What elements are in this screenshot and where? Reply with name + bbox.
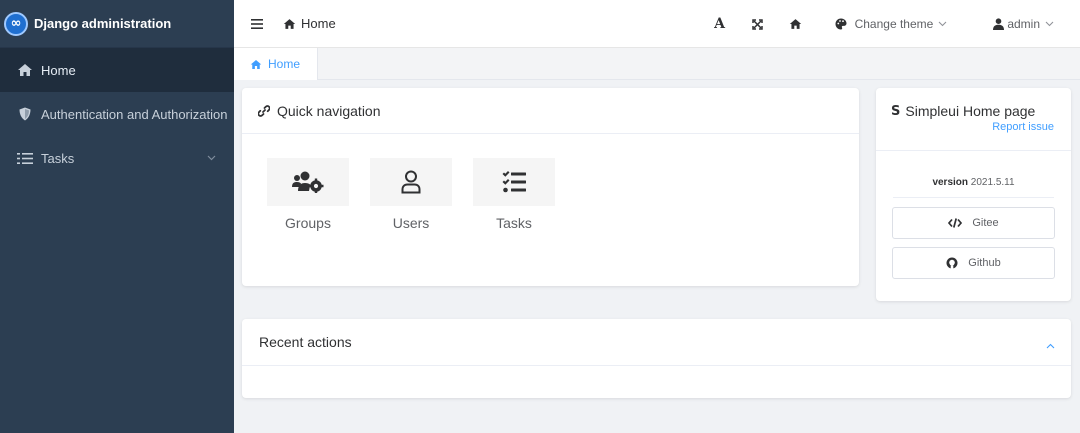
card-title: Recent actions	[259, 334, 352, 350]
quick-nav-grid: Groups Users Tasks	[267, 158, 576, 231]
breadcrumb[interactable]: Home	[283, 16, 336, 31]
tab-bar: Home	[234, 48, 1080, 80]
top-bar: Home A Change theme admin	[234, 0, 1080, 48]
user-icon	[993, 18, 1005, 30]
card-header: S Simpleui Home page Report issue	[876, 88, 1071, 151]
users-cog-icon	[292, 171, 324, 193]
font-size-icon[interactable]: A	[705, 16, 735, 32]
sidebar-item-authentication[interactable]: Authentication and Authorization	[0, 92, 234, 136]
chevron-down-icon	[938, 21, 947, 27]
topbar-actions: A Change theme admin	[705, 0, 1080, 48]
home-icon	[250, 59, 262, 69]
recent-actions-card: Recent actions	[242, 319, 1071, 398]
list-icon	[16, 152, 34, 165]
breadcrumb-label: Home	[301, 16, 336, 31]
card-title: Quick navigation	[277, 102, 381, 119]
gitee-button[interactable]: Gitee	[892, 207, 1055, 239]
home-icon[interactable]	[781, 18, 811, 30]
simpleui-logo-icon: S	[891, 103, 901, 119]
quick-nav-tasks[interactable]: Tasks	[473, 158, 555, 231]
report-issue-link[interactable]: Report issue	[992, 121, 1054, 133]
sidebar-item-label: Home	[41, 62, 76, 78]
simpleui-card: S Simpleui Home page Report issue versio…	[876, 88, 1071, 301]
version-label: version	[932, 177, 969, 188]
button-label: Gitee	[972, 217, 999, 229]
nav-label: Tasks	[496, 215, 532, 231]
github-button[interactable]: Github	[892, 247, 1055, 279]
code-icon	[948, 218, 963, 228]
theme-label: Change theme	[854, 17, 934, 31]
shield-icon	[16, 107, 34, 121]
brand-title: Django administration	[34, 16, 172, 31]
tab-label: Home	[268, 57, 301, 71]
quick-nav-groups[interactable]: Groups	[267, 158, 349, 231]
button-label: Github	[968, 257, 1001, 269]
card-header: Recent actions	[242, 319, 1071, 366]
quick-navigation-card: Quick navigation Groups Users Tasks	[242, 88, 859, 286]
user-dropdown[interactable]: admin	[993, 17, 1057, 31]
home-icon	[16, 63, 34, 77]
user-icon	[401, 170, 421, 194]
nav-icon-box	[267, 158, 349, 206]
sidebar-item-label: Authentication and Authorization	[41, 106, 228, 122]
nav-label: Groups	[285, 215, 331, 231]
chevron-down-icon	[1045, 21, 1054, 27]
chevron-up-icon[interactable]	[1046, 336, 1055, 352]
change-theme-dropdown[interactable]: Change theme	[835, 17, 956, 31]
version-value: 2021.5.11	[970, 177, 1015, 188]
fullscreen-icon[interactable]	[743, 18, 773, 30]
sidebar: ∞ Django administration Home Authenticat…	[0, 0, 234, 433]
home-icon	[283, 18, 296, 29]
user-name: admin	[1007, 17, 1040, 31]
palette-icon	[835, 18, 847, 30]
hamburger-menu-icon[interactable]	[251, 18, 265, 29]
nav-label: Users	[392, 215, 430, 231]
card-title: Simpleui Home page	[905, 103, 1036, 119]
version-text: version 2021.5.11	[893, 177, 1054, 198]
github-icon	[946, 257, 958, 269]
quick-nav-users[interactable]: Users	[370, 158, 452, 231]
link-icon	[258, 104, 270, 117]
chevron-down-icon	[207, 149, 216, 164]
nav-icon-box	[473, 158, 555, 206]
card-header: Quick navigation	[242, 88, 859, 134]
infinity-logo-icon: ∞	[4, 11, 28, 36]
tasks-icon	[502, 171, 526, 193]
brand[interactable]: ∞ Django administration	[0, 0, 234, 48]
nav-icon-box	[370, 158, 452, 206]
tab-home[interactable]: Home	[234, 48, 318, 80]
sidebar-item-home[interactable]: Home	[0, 48, 234, 92]
sidebar-item-label: Tasks	[41, 150, 75, 166]
sidebar-item-tasks[interactable]: Tasks	[0, 136, 234, 180]
